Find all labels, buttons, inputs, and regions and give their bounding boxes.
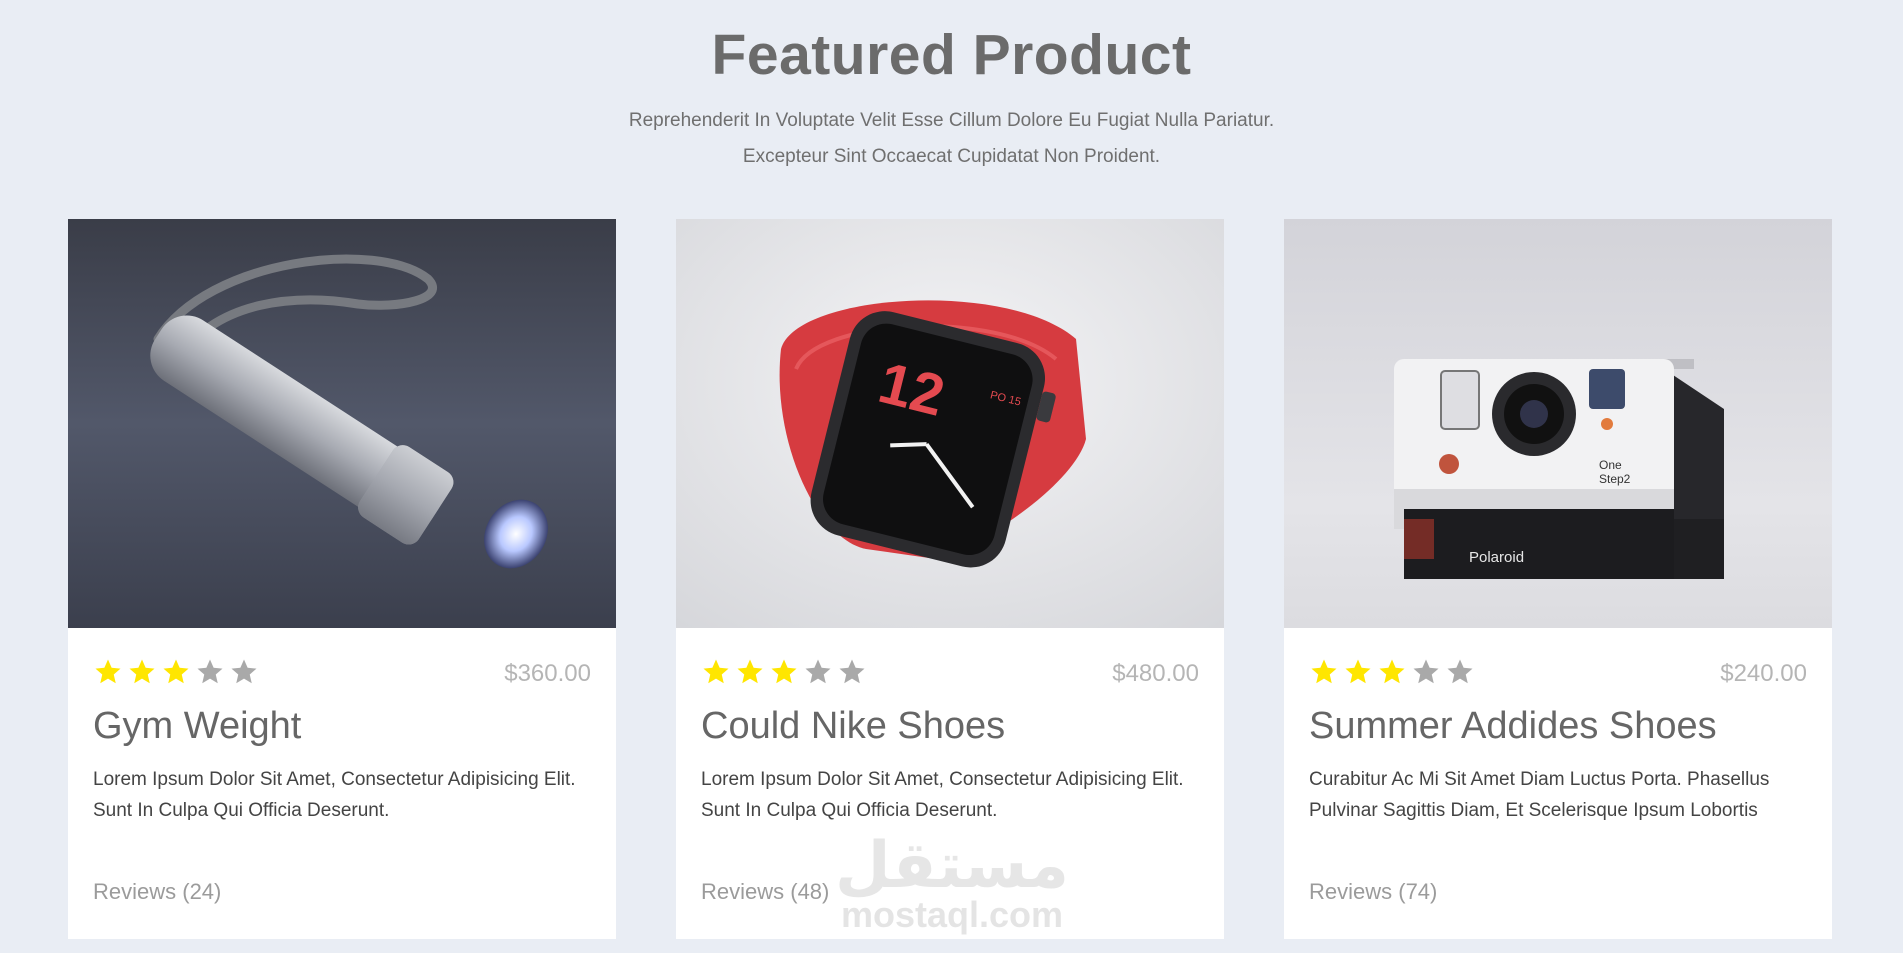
watermark-arabic: مستقل <box>834 829 1070 901</box>
watermark-latin: mostaql.com <box>840 894 1064 935</box>
product-reviews-link[interactable]: Reviews (24) <box>93 879 221 905</box>
product-description: Lorem Ipsum Dolor Sit Amet, Consectetur … <box>93 769 576 821</box>
product-card[interactable]: Polaroid One Step2 $240.00 Summer Addide… <box>1284 219 1832 939</box>
star-filled-icon <box>1311 659 1337 684</box>
product-price: $360.00 <box>504 660 591 687</box>
polaroid-camera-image[interactable]: Polaroid One Step2 <box>1284 219 1832 628</box>
star-filled-icon <box>1379 659 1405 684</box>
product-name[interactable]: Gym Weight <box>93 705 301 748</box>
product-description: Curabitur Ac Mi Sit Amet Diam Luctus Por… <box>1309 769 1770 821</box>
star-empty-icon <box>197 659 223 684</box>
watermark-logo: مستقل mostaql.com <box>832 828 1072 938</box>
star-filled-icon <box>95 659 121 684</box>
product-name[interactable]: Summer Addides Shoes <box>1309 705 1717 748</box>
svg-text:Step2: Step2 <box>1599 472 1631 486</box>
star-filled-icon <box>163 659 189 684</box>
svg-text:One: One <box>1599 458 1622 472</box>
star-filled-icon <box>703 659 729 684</box>
section-subtitle-line-2: Excepteur Sint Occaecat Cupidatat Non Pr… <box>742 146 1161 167</box>
product-reviews-link[interactable]: Reviews (74) <box>1309 879 1437 905</box>
flashlight-image[interactable] <box>68 219 616 628</box>
star-empty-icon <box>1413 659 1439 684</box>
smartwatch-image[interactable]: 12 PO 15 <box>676 219 1224 628</box>
section-subtitle-line-1: Reprehenderit In Voluptate Velit Esse Ci… <box>628 110 1275 131</box>
rating-stars <box>701 657 867 691</box>
product-reviews-link[interactable]: Reviews (48) <box>701 879 829 905</box>
product-name[interactable]: Could Nike Shoes <box>701 705 1005 748</box>
star-filled-icon <box>1345 659 1371 684</box>
star-empty-icon <box>231 659 257 684</box>
product-price: $240.00 <box>1720 660 1807 687</box>
star-filled-icon <box>737 659 763 684</box>
star-empty-icon <box>805 659 831 684</box>
star-empty-icon <box>839 659 865 684</box>
star-filled-icon <box>771 659 797 684</box>
product-description: Lorem Ipsum Dolor Sit Amet, Consectetur … <box>701 769 1184 821</box>
product-price: $480.00 <box>1112 660 1199 687</box>
star-empty-icon <box>1447 659 1473 684</box>
section-title: Featured Product <box>711 23 1192 87</box>
svg-text:Polaroid: Polaroid <box>1469 549 1524 566</box>
star-filled-icon <box>129 659 155 684</box>
rating-stars <box>1309 657 1475 691</box>
product-card[interactable]: $360.00 Gym Weight Lorem Ipsum Dolor Sit… <box>68 219 616 939</box>
rating-stars <box>93 657 259 691</box>
